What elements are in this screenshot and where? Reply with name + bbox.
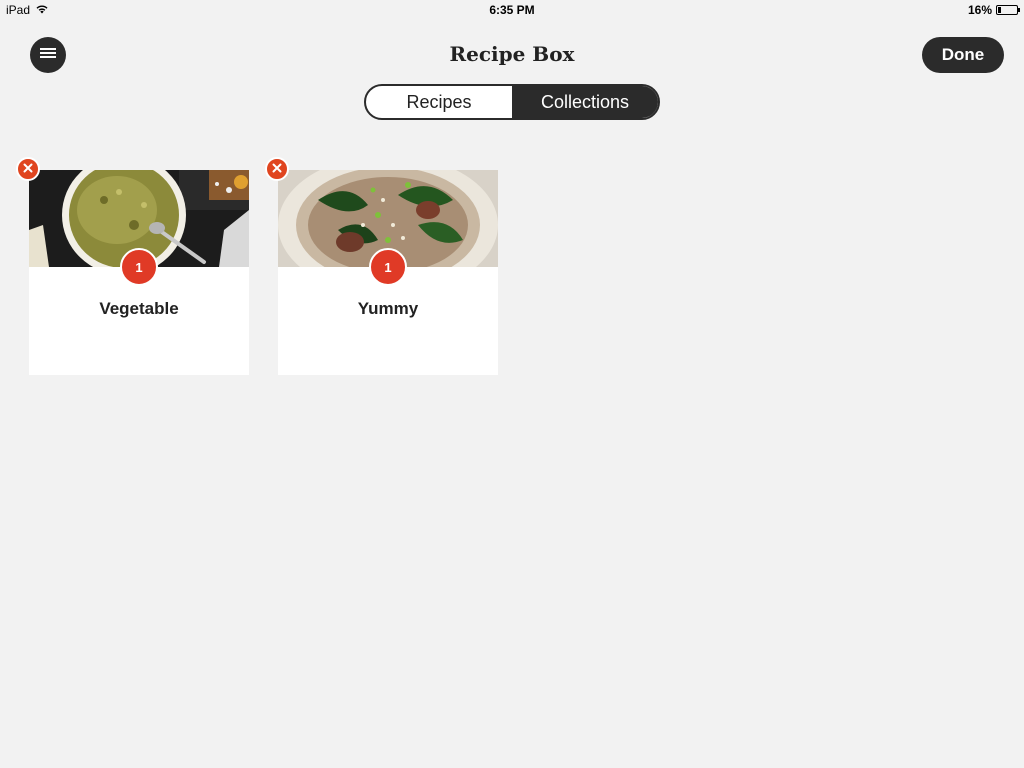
collection-title: Yummy xyxy=(357,299,419,318)
collection-title: Vegetable xyxy=(99,299,179,318)
battery-icon xyxy=(996,5,1020,15)
segmented-control: Recipes Collections xyxy=(364,84,660,120)
status-right: 16% xyxy=(967,3,1020,17)
battery-fill xyxy=(998,7,1001,13)
recipe-count-badge: 1 xyxy=(369,248,407,286)
collection-card-yummy[interactable]: 1 Yummy xyxy=(278,170,498,375)
page-title: Recipe Box xyxy=(449,42,575,66)
collection-card-vegetable[interactable]: 1 Vegetable xyxy=(29,170,249,375)
delete-collection-yummy-button[interactable] xyxy=(265,157,289,181)
status-bar: iPad 6:35 PM 16% xyxy=(0,0,1024,20)
tab-recipes[interactable]: Recipes xyxy=(366,86,512,118)
close-icon xyxy=(272,160,282,178)
close-icon xyxy=(23,160,33,178)
recipe-count-badge: 1 xyxy=(120,248,158,286)
delete-collection-vegetable-button[interactable] xyxy=(16,157,40,181)
status-time: 6:35 PM xyxy=(489,3,535,17)
done-button[interactable]: Done xyxy=(922,37,1004,73)
tab-collections[interactable]: Collections xyxy=(512,86,658,118)
battery-percent: 16% xyxy=(967,3,992,17)
